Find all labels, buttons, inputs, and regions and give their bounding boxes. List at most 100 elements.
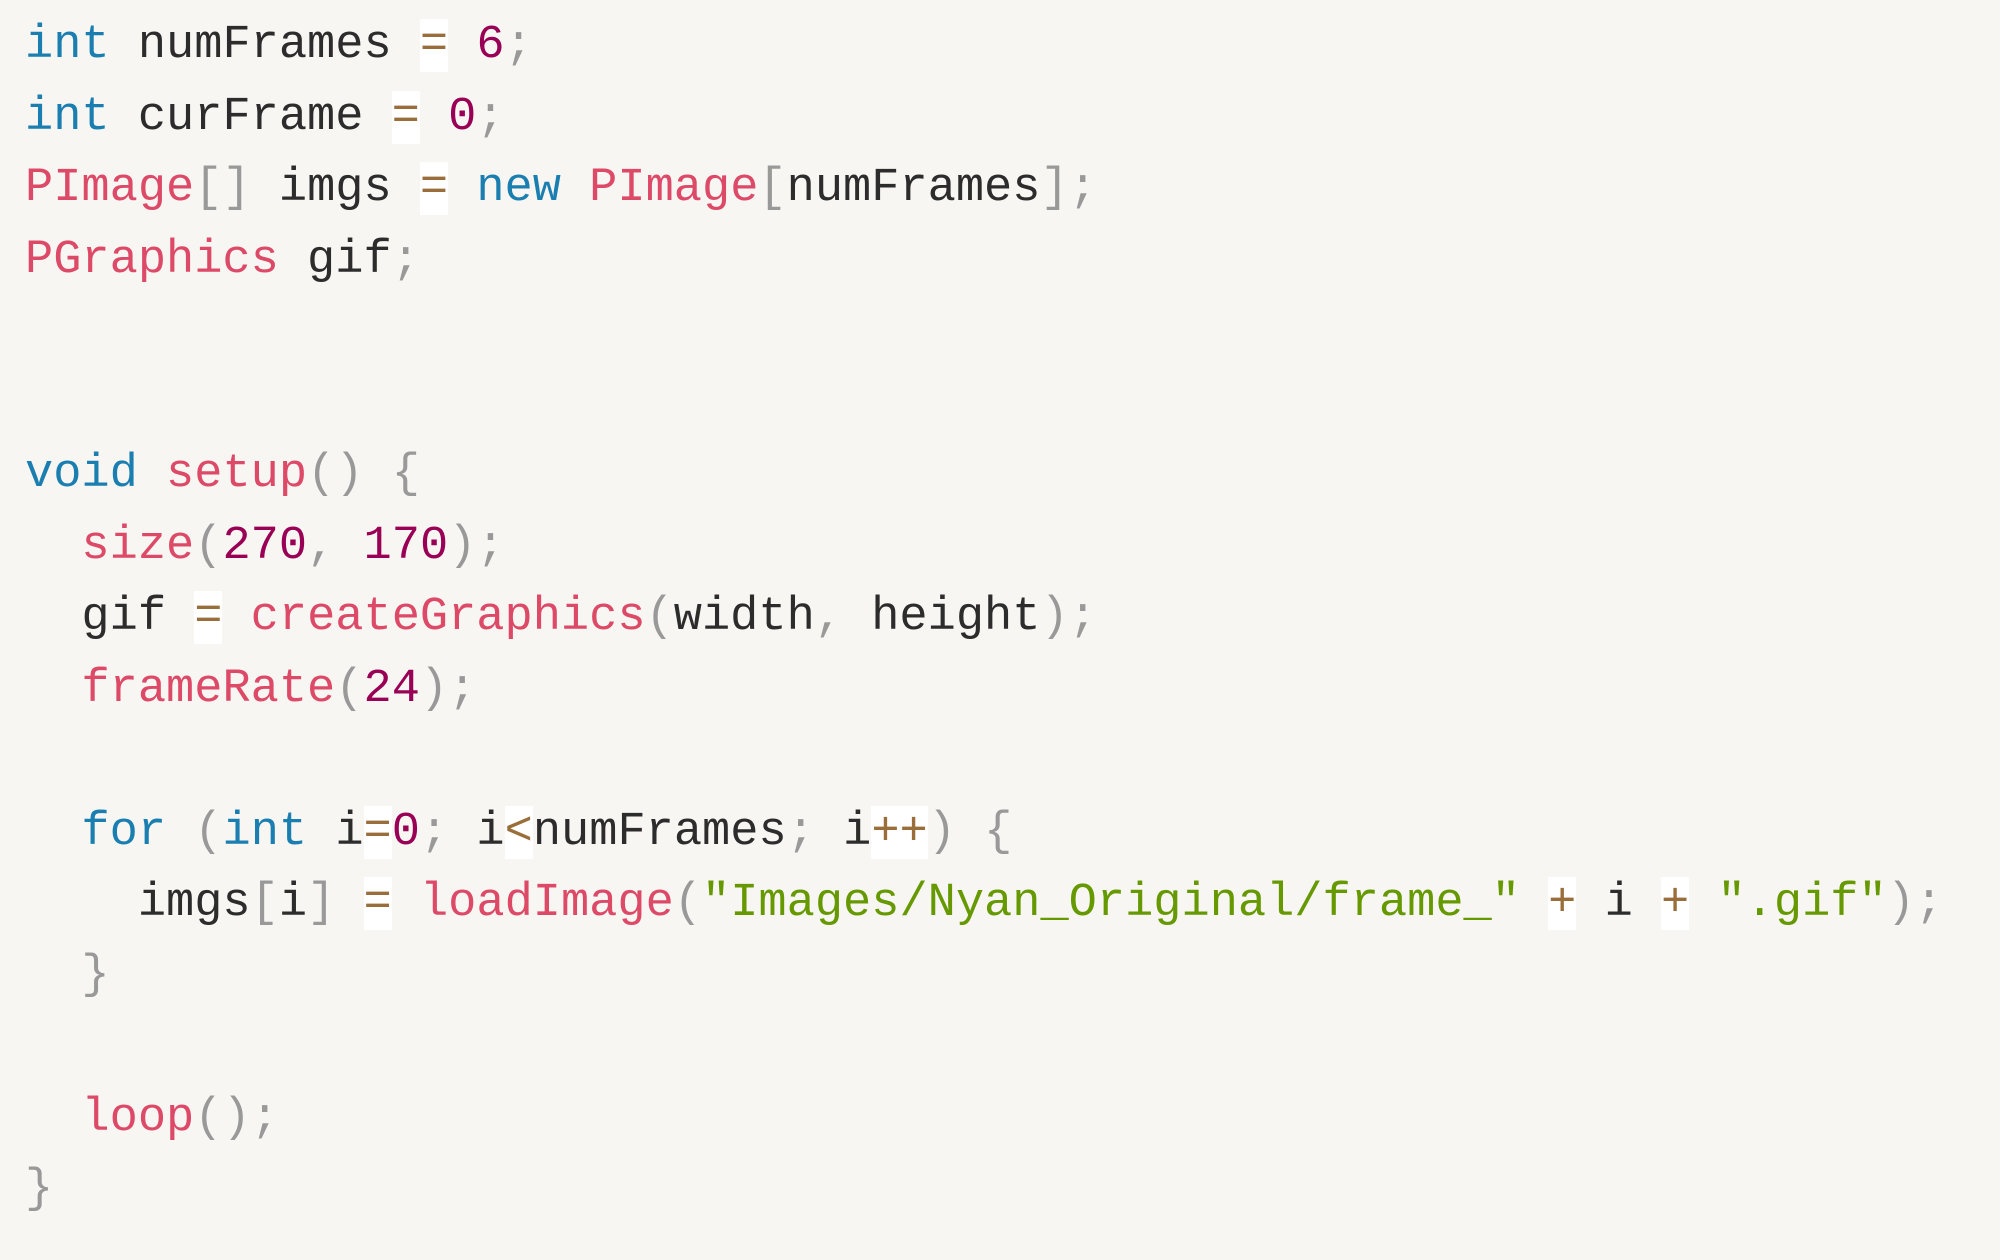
identifier-token: curFrame [109, 90, 392, 144]
operator-token: = [194, 591, 223, 644]
identifier-token [335, 877, 363, 930]
punctuation-token: [] [194, 162, 251, 215]
identifier-token: numFrames [109, 19, 420, 72]
keyword-token: for [81, 805, 167, 859]
punctuation-token: } [81, 948, 110, 1002]
code-line: ​ [25, 296, 1943, 368]
identifier-token [448, 19, 476, 72]
identifier-token: numFrames [532, 805, 787, 859]
identifier-token: i [307, 805, 364, 859]
punctuation-token: , [307, 519, 336, 573]
identifier-token: i [448, 805, 505, 859]
identifier-token: i [814, 805, 872, 859]
punctuation-token: ( [645, 591, 674, 644]
function-token: size [81, 519, 195, 573]
identifier-token [25, 806, 81, 859]
operator-token: = [391, 90, 420, 144]
punctuation-token: , [814, 591, 844, 644]
punctuation-token: ; [391, 233, 420, 287]
identifier-token [392, 877, 420, 930]
number-token: 6 [476, 19, 505, 72]
identifier-token [561, 162, 589, 215]
identifier-token [25, 520, 81, 573]
punctuation-token: ); [448, 519, 505, 573]
identifier-token [448, 162, 476, 215]
code-line: PImage[] imgs = new PImage[numFrames]; [25, 153, 1943, 225]
operator-token: ++ [871, 805, 928, 859]
operator-token: + [1548, 877, 1577, 930]
code-line: ​ [25, 368, 1943, 440]
identifier-token [25, 1092, 81, 1145]
identifier-token: gif [278, 233, 392, 287]
identifier-token [956, 806, 984, 859]
identifier-token [222, 591, 250, 644]
punctuation-token: ; [419, 805, 449, 859]
identifier-token: i [278, 877, 308, 930]
code-line: gif = createGraphics(width, height); [25, 582, 1943, 654]
punctuation-token: () [307, 448, 364, 501]
punctuation-token: { [391, 448, 420, 501]
punctuation-token: ( [335, 662, 364, 716]
punctuation-token: [ [758, 162, 787, 215]
code-line: ​ [25, 1011, 1943, 1083]
code-line: void setup() { [25, 439, 1943, 511]
identifier-token [166, 806, 194, 859]
operator-token: = [363, 805, 392, 859]
keyword-token: void [25, 448, 138, 501]
punctuation-token: ( [194, 805, 223, 859]
number-token: 170 [363, 519, 449, 573]
code-line: } [25, 940, 1943, 1012]
identifier-token: gif [25, 591, 195, 644]
punctuation-token: ) [927, 805, 956, 859]
identifier-token: imgs [25, 877, 251, 930]
code-line: loop(); [25, 1083, 1943, 1155]
punctuation-token: ] [307, 877, 336, 930]
code-line: int numFrames = 6; [25, 10, 1943, 82]
function-token: PImage [589, 162, 759, 215]
operator-token: < [504, 805, 533, 859]
code-editor[interactable]: int numFrames = 6; int curFrame = 0; PImag… [25, 10, 1943, 1226]
punctuation-token: (); [194, 1091, 279, 1145]
number-token: 0 [448, 90, 477, 144]
function-token: loop [81, 1091, 195, 1145]
punctuation-token: ; [504, 19, 533, 72]
operator-token: = [363, 877, 392, 930]
function-token: PGraphics [25, 233, 279, 287]
operator-token: = [419, 19, 449, 72]
punctuation-token: ; [476, 90, 505, 144]
number-token: 24 [363, 662, 420, 716]
identifier-token: numFrames [786, 162, 1041, 215]
punctuation-token: } [25, 1163, 54, 1216]
function-token: createGraphics [250, 591, 646, 644]
identifier-token: i [1576, 877, 1662, 930]
keyword-token: new [476, 162, 561, 215]
identifier-token: imgs [250, 162, 420, 215]
code-line: for (int i=0; i<numFrames; i++) { [25, 797, 1943, 869]
identifier-token [364, 448, 392, 501]
identifier-token [1520, 877, 1548, 930]
punctuation-token: ( [194, 519, 223, 573]
punctuation-token: ); [1040, 591, 1097, 644]
identifier-token [420, 91, 448, 144]
punctuation-token: ]; [1040, 162, 1097, 215]
punctuation-token: { [984, 805, 1013, 859]
operator-token: + [1661, 877, 1690, 930]
code-line: PGraphics gif; [25, 225, 1943, 297]
code-line: ​ [25, 725, 1943, 797]
code-line: size(270, 170); [25, 511, 1943, 583]
code-line: } [25, 1154, 1943, 1226]
identifier-token [25, 949, 81, 1002]
string-token: "Images/Nyan_Original/frame_" [702, 877, 1520, 930]
function-token: setup [166, 448, 308, 501]
identifier-token [335, 520, 363, 573]
identifier-token [1689, 877, 1717, 930]
punctuation-token: [ [250, 877, 279, 930]
function-token: frameRate [81, 662, 336, 716]
number-token: 0 [391, 805, 420, 859]
identifier-token [138, 448, 166, 501]
function-token: PImage [25, 162, 195, 215]
function-token: loadImage [419, 877, 674, 930]
punctuation-token: ); [1886, 877, 1944, 930]
keyword-token: int [25, 90, 110, 144]
string-token: ".gif" [1717, 877, 1887, 930]
